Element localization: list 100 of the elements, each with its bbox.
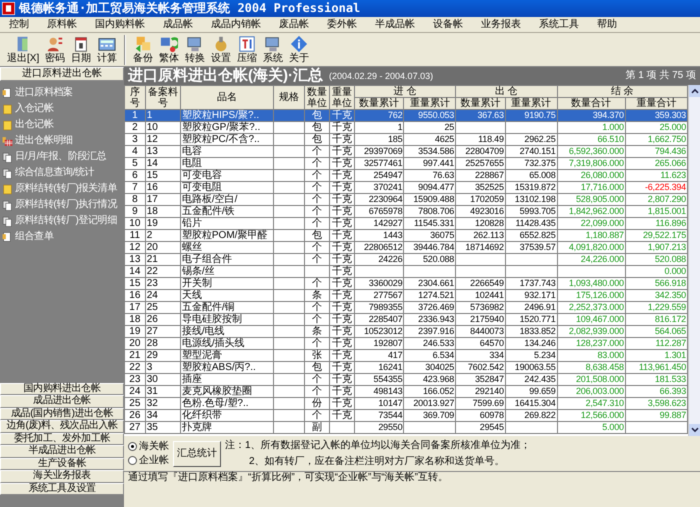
toolbar-button[interactable]: 备份 — [130, 35, 156, 64]
section-button[interactable]: 成品进出仓帐 — [0, 395, 124, 408]
menu-item[interactable]: 帮助 — [588, 17, 626, 32]
menu-item[interactable]: 系统工具 — [530, 17, 588, 32]
table-row[interactable]: 4 13 电容 个 千克 29397069 3534.586 22804709 2740.151 6,592,360.000 794.436 — [124, 146, 688, 158]
table-cell: 8 — [124, 194, 146, 206]
toolbar-button[interactable]: 日期 — [68, 35, 94, 64]
table-row[interactable]: 18 26 导电硅胶按制 个 千克 2285407 2336.943 2175940 1520.771 109,467.000 816.172 — [124, 314, 688, 326]
table-row[interactable]: 16 24 天线 条 千克 277567 1274.521 102441 932.171 175,126.000 342.350 — [124, 290, 688, 302]
table-row[interactable]: 19 27 接线/电线 条 千克 10523012 2397.916 8440073 1833.852 2,082,939.000 564.065 — [124, 326, 688, 338]
sidebar-item[interactable]: 进口原料档案 — [0, 85, 124, 101]
section-header[interactable]: 进口原料进出仓帐 — [0, 67, 124, 81]
table-cell: 118.49 — [456, 134, 506, 146]
table-cell: 个 — [304, 158, 330, 170]
table-row[interactable]: 11 2 塑胶粒POM/聚甲醛 包 千克 1443 36075 262.113 6552.825 1,180.887 29,522.175 — [124, 230, 688, 242]
toolbar-button[interactable]: 计算 — [94, 35, 120, 64]
table-row[interactable]: 26 34 化纤织带 个 千克 73544 369.709 60978 269.822 12,566.000 99.887 — [124, 410, 688, 422]
menu-item[interactable]: 原料帐 — [38, 17, 86, 32]
table-cell: 千克 — [329, 182, 354, 194]
table-cell: 181.533 — [625, 374, 688, 386]
table-row[interactable]: 7 16 可变电阻 个 千克 370241 9094.477 352525 15319.872 17,716.000 -6,225.394 — [124, 182, 688, 194]
table-row[interactable]: 3 12 塑胶粒PC/不含?.. 包 千克 185 4625 118.49 2962.25 66.510 1,662.750 — [124, 134, 688, 146]
section-button[interactable]: 系统工具及设置 — [0, 482, 124, 495]
table-row[interactable]: 15 23 开关制 个 千克 3360029 2304.661 2266549 1737.743 1,093,480.000 566.918 — [124, 278, 688, 290]
table-row[interactable]: 12 20 螺丝 个 千克 22806512 39446.784 18714692 37539.57 4,091,820.000 1,907.213 — [124, 242, 688, 254]
table-row[interactable]: 20 28 电源线/插头线 个 千克 192807 246.533 64570 134.246 128,237.000 112.287 — [124, 338, 688, 350]
table-row[interactable]: 1 1 塑胶粒HIPS/聚?.. 包 千克 762 9550.053 367.63 9190.75 394.370 359.303 — [124, 110, 688, 122]
radio-button[interactable] — [128, 442, 137, 451]
table-row[interactable]: 17 25 五金配件/铜 个 千克 7989355 3726.469 5736982 2496.91 2,252,373.000 1,229.559 — [124, 302, 688, 314]
table-cell: 电源线/插头线 — [180, 338, 274, 350]
menu-item[interactable]: 委外帐 — [318, 17, 366, 32]
table-cell: 个 — [304, 218, 330, 230]
table-cell: 20013.927 — [404, 398, 456, 410]
section-button[interactable]: 成品(国内销售)进出仓帐 — [0, 408, 124, 420]
table-row[interactable]: 9 18 五金配件/铁 个 千克 6765978 7808.706 4923016 5993.705 1,842,962.000 1,815.001 — [124, 206, 688, 218]
table-cell: 1,842,962.000 — [557, 206, 626, 218]
table-row[interactable]: 13 21 电子组合件 个 千克 24226 520.088 24,226.000 520.088 — [124, 254, 688, 266]
table-row[interactable]: 21 29 塑型泥膏 张 千克 417 6.534 334 5.234 83.000 1.301 — [124, 350, 688, 362]
radio-button[interactable] — [128, 456, 137, 465]
table-row[interactable]: 23 30 插座 个 千克 554355 423.968 352847 242.435 201,508.000 181.533 — [124, 374, 688, 386]
table-cell: 锡条/丝 — [180, 266, 274, 278]
menu-item[interactable]: 国内购料帐 — [86, 17, 154, 32]
table-cell: 29545 — [456, 422, 506, 434]
toolbar-button[interactable]: 设置 — [208, 35, 234, 64]
section-button[interactable]: 半成品进出仓帐 — [0, 445, 124, 458]
summary-button[interactable]: 汇总统计 — [173, 440, 221, 466]
menu-item[interactable]: 成品帐 — [154, 17, 202, 32]
sidebar-item[interactable]: 入仓记帐 — [0, 101, 124, 117]
column-header: 备案料号 — [145, 86, 180, 110]
table-cell: 6 — [124, 170, 146, 182]
section-button[interactable]: 生产设备帐 — [0, 458, 124, 470]
table-row[interactable]: 6 15 可变电容 个 千克 254947 76.63 228867 65.008 26,080.000 11.623 — [124, 170, 688, 182]
section-button[interactable]: 海关业务报表 — [0, 470, 124, 482]
toolbar-button[interactable]: 退出[X] — [4, 35, 42, 64]
table-row[interactable]: 5 14 电阻 个 千克 32577461 997.441 25257655 732.375 7,319,806.000 265.066 — [124, 158, 688, 170]
sidebar-item[interactable]: 原料结转(转厂)登记明细 — [0, 213, 124, 229]
toolbar-button[interactable]: 繁体 — [156, 35, 182, 64]
table-row[interactable]: 14 22 锡条/丝 千克 0.000 — [124, 266, 688, 278]
column-header: 数量单位 — [304, 86, 330, 110]
table-cell: 65.008 — [505, 170, 558, 182]
table-cell: 塑胶粒PC/不含?.. — [180, 134, 274, 146]
sidebar-item[interactable]: 原料结转(转厂)报关清单 — [0, 181, 124, 197]
table-cell: 电容 — [180, 146, 274, 158]
table-row[interactable]: 2 10 塑胶粒GP/聚苯?.. 包 千克 1 25 1.000 25.000 — [124, 122, 688, 134]
table-row[interactable]: 22 3 塑胶粒ABS/丙?.. 包 千克 16241 304025 7602.542 190063.55 8,638.458 113,961.450 — [124, 362, 688, 374]
section-button[interactable]: 国内购料进出仓帐 — [0, 382, 124, 395]
table-cell: 201,508.000 — [557, 374, 626, 386]
table-cell: 22 — [124, 362, 146, 374]
menu-item[interactable]: 半成品帐 — [366, 17, 424, 32]
toolbar-button[interactable]: 密码 — [42, 35, 68, 64]
sidebar-item[interactable]: 综合信息查询/统计 — [0, 165, 124, 181]
table-cell: 166.052 — [404, 386, 456, 398]
menu-item[interactable]: 废品帐 — [270, 17, 318, 32]
table-row[interactable]: 24 31 麦克风橡胶垫圈 个 千克 498143 166.052 292140 99.659 206,003.000 66.393 — [124, 386, 688, 398]
table-row[interactable]: 8 17 电路板/空白/ 个 千克 2230964 15909.488 1702059 13102.198 528,905.000 2,807.290 — [124, 194, 688, 206]
radio-option[interactable]: 企业帐 — [128, 454, 169, 466]
column-header: 重量累计 — [404, 98, 456, 110]
menu-item[interactable]: 控制 — [0, 17, 38, 32]
sidebar-item[interactable]: 日/月/年报、阶段汇总 — [0, 149, 124, 165]
toolbar-button[interactable]: 转换 — [182, 35, 208, 64]
table-row[interactable]: 27 35 扑克牌 副 29550 29545 5.000 — [124, 422, 688, 434]
menu-item[interactable]: 业务报表 — [472, 17, 530, 32]
sidebar-item[interactable]: 原料结转(转厂)执行情况 — [0, 197, 124, 213]
scrollbar[interactable] — [688, 85, 700, 436]
toolbar-button[interactable]: 关于 — [286, 35, 312, 64]
toolbar-button[interactable]: 压缩 — [234, 35, 260, 64]
menu-item[interactable]: 设备帐 — [424, 17, 472, 32]
column-header: 序号 — [124, 86, 146, 110]
menu-item[interactable]: 成品内销帐 — [202, 17, 270, 32]
table-row[interactable]: 10 19 铅片 个 千克 142927 11545.331 120828 11428.435 22,099.000 116.896 — [124, 218, 688, 230]
section-button[interactable]: 边角(废)料、残次品出入帐 — [0, 420, 124, 432]
radio-option[interactable]: 海关帐 — [128, 440, 169, 452]
table-cell: 423.968 — [404, 374, 456, 386]
toolbar-button[interactable]: 系统 — [260, 35, 286, 64]
table-row[interactable]: 25 32 色粉.色母/塑?.. 份 千克 10147 20013.927 7599.69 16415.304 2,547.310 3,598.623 — [124, 398, 688, 410]
table-cell: 1,229.559 — [625, 302, 688, 314]
sidebar-item[interactable]: 进出仓帐明细 — [0, 133, 124, 149]
sidebar-item[interactable]: 组合查单 — [0, 229, 124, 245]
section-button[interactable]: 委托加工、发外加工帐 — [0, 432, 124, 445]
sidebar-item[interactable]: 出仓记帐 — [0, 117, 124, 133]
